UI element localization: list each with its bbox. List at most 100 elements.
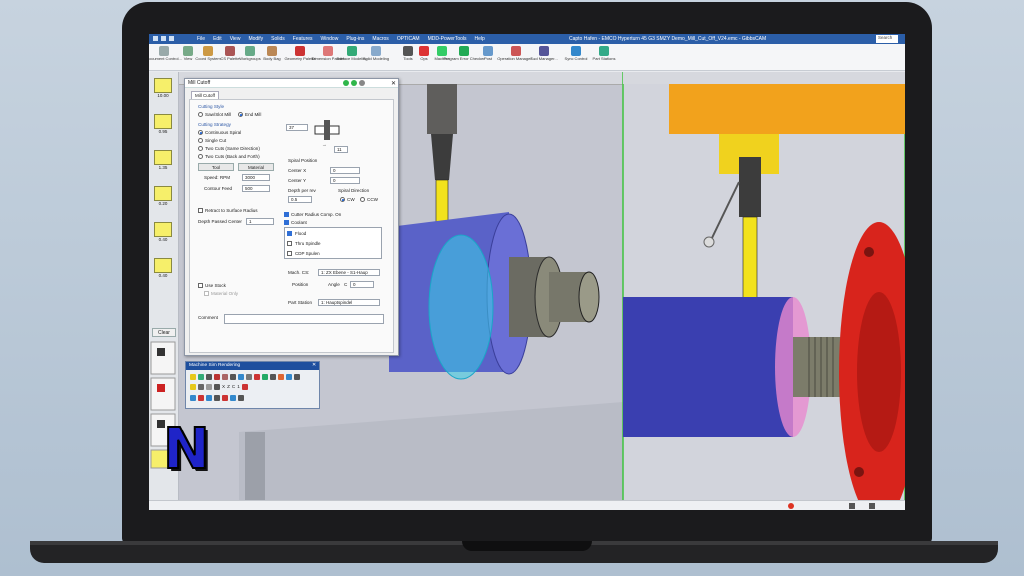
help-icon[interactable] (359, 80, 365, 86)
render-icon[interactable] (206, 374, 212, 380)
render-icon[interactable] (222, 395, 228, 401)
cdp-checkbox[interactable] (287, 250, 292, 256)
strategy-two-same-radio[interactable] (198, 146, 203, 151)
speed-field[interactable]: 3000 (242, 174, 270, 181)
search-input[interactable]: Search (876, 35, 898, 43)
dimension-field-2[interactable]: 11 (334, 146, 348, 153)
ribbon-tool-manager-button[interactable]: Tool Manager... (530, 46, 558, 62)
tool-button[interactable]: Tool (198, 163, 234, 171)
render-icon[interactable] (286, 374, 292, 380)
render-icon[interactable] (214, 395, 220, 401)
coolant-item-flood[interactable]: Flood (285, 228, 381, 238)
ribbon-program-error-checker-button[interactable]: Program Error Checker (443, 46, 485, 62)
menu-macros[interactable]: Macros (372, 36, 388, 42)
menu-help[interactable]: Help (475, 36, 485, 42)
render-icon[interactable] (214, 384, 220, 390)
status-icon[interactable] (869, 503, 875, 509)
dimension-field-1[interactable]: 37 (286, 124, 308, 131)
menu-modify[interactable]: Modify (248, 36, 263, 42)
feed-field[interactable]: 500 (242, 185, 270, 192)
close-icon[interactable]: ✕ (391, 80, 396, 87)
comment-field[interactable] (224, 314, 384, 324)
tab-mill-cutoff[interactable]: Mill Cutoff (191, 91, 219, 99)
menu-features[interactable]: Features (293, 36, 313, 42)
stop-status-icon[interactable] (788, 503, 794, 509)
render-icon[interactable] (230, 374, 236, 380)
strategy-two-back-radio[interactable] (198, 154, 203, 159)
tool-slot-2[interactable] (150, 377, 176, 411)
render-icon[interactable] (278, 374, 284, 380)
menu-edit[interactable]: Edit (213, 36, 222, 42)
stop-icon[interactable] (241, 384, 248, 390)
render-icon[interactable] (222, 374, 228, 380)
render-icon[interactable] (198, 374, 204, 380)
coolant-checkbox[interactable] (284, 220, 289, 225)
render-icon[interactable] (254, 374, 260, 380)
ribbon-document-control-button[interactable]: Document Control... (149, 46, 182, 62)
ccw-radio[interactable] (360, 197, 365, 202)
center-x-field[interactable]: 0 (330, 167, 360, 174)
render-icon[interactable] (262, 374, 268, 380)
ribbon-surface-modeling-button[interactable]: Surface Modeling (336, 46, 368, 62)
retract-checkbox[interactable] (198, 208, 203, 213)
ribbon-sync-control-button[interactable]: Sync Control (563, 46, 589, 62)
cutter-comp-checkbox[interactable] (284, 212, 289, 217)
save-icon[interactable] (161, 36, 166, 41)
render-icon[interactable] (270, 374, 276, 380)
coolant-item-cdp[interactable]: CDP Spulen (285, 248, 381, 258)
part-station-select[interactable]: 1: Hauptspindel (318, 299, 380, 306)
angle-field[interactable]: 0 (350, 281, 374, 288)
mach-cs-select[interactable]: 1: ZX Ebene - S1-Haup (318, 269, 380, 276)
ribbon-operation-manager-button[interactable]: Operation Manager... (497, 46, 535, 62)
menu-opticam[interactable]: OPTICAM (397, 36, 420, 42)
tool-palette-slot[interactable]: 0.95 (151, 114, 175, 137)
tool-palette-slot[interactable]: 1.35 (151, 150, 175, 173)
render-icon[interactable] (214, 374, 220, 380)
ribbon-part-stations-button[interactable]: Part Stations (591, 46, 617, 62)
palette-close-icon[interactable]: ✕ (312, 362, 316, 370)
render-icon[interactable] (246, 374, 252, 380)
style-saw-radio[interactable] (198, 112, 203, 117)
render-icon[interactable] (190, 374, 196, 380)
material-only-checkbox[interactable] (204, 291, 209, 296)
ribbon-geometry-palette-button[interactable]: Geometry Palette (284, 46, 316, 62)
style-endmill-radio[interactable] (238, 112, 243, 117)
tool-palette-slot[interactable]: 0.40 (151, 258, 175, 281)
ribbon-body-bag-button[interactable]: Body Bag (259, 46, 285, 62)
undo-icon[interactable] (169, 36, 174, 41)
menu-solids[interactable]: Solids (271, 36, 285, 42)
tool-palette-slot[interactable]: 0.20 (151, 186, 175, 209)
strategy-single-radio[interactable] (198, 138, 203, 143)
ribbon-solid-modeling-button[interactable]: Solid Modeling (363, 46, 389, 62)
menu-window[interactable]: Window (321, 36, 339, 42)
use-stock-checkbox[interactable] (198, 283, 203, 288)
render-icon[interactable] (190, 384, 196, 390)
render-icon[interactable] (198, 395, 204, 401)
render-icon[interactable] (198, 384, 204, 390)
coolant-list[interactable]: Flood Thru Spindle CDP Spulen (284, 227, 382, 259)
tool-palette-slot[interactable]: 0.40 (151, 222, 175, 245)
render-icon[interactable] (206, 395, 212, 401)
tool-palette-slot[interactable]: 10.00 (151, 78, 175, 101)
depth-rev-field[interactable]: 0.5 (288, 196, 312, 203)
material-button[interactable]: Material (238, 163, 274, 171)
ok-icon[interactable] (343, 80, 349, 86)
flood-checkbox[interactable] (287, 230, 292, 236)
depth-passed-field[interactable]: 1 (246, 218, 274, 225)
render-icon[interactable] (238, 374, 244, 380)
clear-button[interactable]: Clear (152, 328, 176, 337)
render-icon[interactable] (206, 384, 212, 390)
center-y-field[interactable]: 0 (330, 177, 360, 184)
render-icon[interactable] (238, 395, 244, 401)
cw-radio[interactable] (340, 197, 345, 202)
apply-icon[interactable] (351, 80, 357, 86)
strategy-continuous-radio[interactable] (198, 130, 203, 135)
render-icon[interactable] (294, 374, 300, 380)
menu-plugins[interactable]: Plug-ins (346, 36, 364, 42)
thru-spindle-checkbox[interactable] (287, 240, 292, 246)
tool-slot-1[interactable] (150, 341, 176, 375)
menu-mdd-powertools[interactable]: MDD-PowerTools (428, 36, 467, 42)
menu-file[interactable]: File (197, 36, 205, 42)
menu-view[interactable]: View (230, 36, 241, 42)
render-icon[interactable] (230, 395, 236, 401)
